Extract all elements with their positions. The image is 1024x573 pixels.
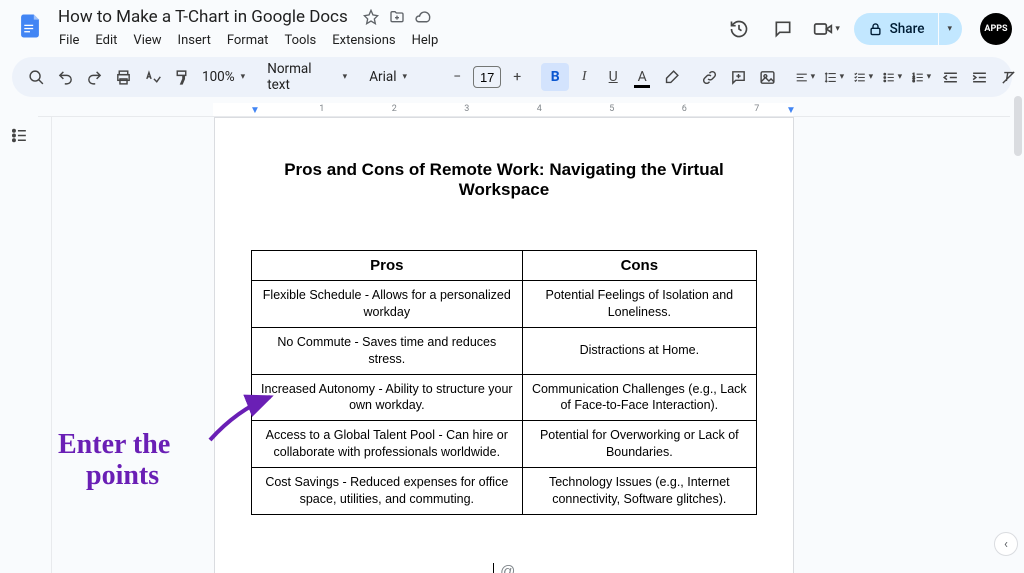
horizontal-ruler[interactable]: 1 2 3 4 5 6 7 ▼ ▼ [38,103,1010,117]
align-button[interactable]: ▾ [791,63,819,91]
menu-insert[interactable]: Insert [171,30,218,51]
explore-button[interactable]: ‹ [994,532,1018,556]
print-button[interactable] [109,63,137,91]
workspace: 1 2 3 4 5 6 7 ▼ ▼ Pros and Cons of Remot… [0,103,1024,573]
spellcheck-button[interactable] [138,63,166,91]
meet-icon[interactable]: ▾ [810,12,844,46]
menu-file[interactable]: File [52,30,86,51]
font-size-input[interactable] [473,66,501,88]
text-color-button[interactable]: A [628,63,656,91]
bold-button[interactable]: B [541,63,569,91]
comments-icon[interactable] [766,12,800,46]
document-heading[interactable]: Pros and Cons of Remote Work: Navigating… [251,160,757,200]
star-icon[interactable] [362,8,380,26]
indent-marker-icon[interactable]: ▼ [250,105,260,116]
table-row[interactable]: Access to a Global Talent Pool - Can hir… [252,421,757,468]
right-indent-marker-icon[interactable]: ▼ [786,105,796,116]
paint-format-button[interactable] [167,63,195,91]
svg-text:3: 3 [913,77,915,82]
insert-image-button[interactable] [753,63,781,91]
increase-font-button[interactable]: + [503,63,531,91]
insert-link-button[interactable] [695,63,723,91]
docs-logo-icon[interactable] [12,8,48,44]
menu-view[interactable]: View [126,30,168,51]
font-select[interactable]: Arial▾ [363,69,433,85]
undo-button[interactable] [51,63,79,91]
add-comment-button[interactable] [724,63,752,91]
t-chart-table[interactable]: Pros Cons Flexible Schedule - Allows for… [251,250,757,515]
menu-tools[interactable]: Tools [277,30,323,51]
zoom-select[interactable]: 100%▾ [196,69,251,85]
document-title[interactable]: How to Make a T-Chart in Google Docs [52,6,354,28]
table-row[interactable]: No Commute - Saves time and reduces stre… [252,327,757,374]
table-header-row[interactable]: Pros Cons [252,251,757,281]
numbered-list-button[interactable]: 123▾ [907,63,935,91]
share-label: Share [890,21,925,37]
menu-bar: File Edit View Insert Format Tools Exten… [52,30,722,51]
vertical-ruler[interactable] [38,117,52,573]
document-canvas[interactable]: Pros and Cons of Remote Work: Navigating… [52,117,1010,573]
table-row[interactable]: Cost Savings - Reduced expenses for offi… [252,468,757,515]
vertical-scrollbar[interactable] [1014,96,1022,156]
share-dropdown[interactable]: ▾ [939,13,962,45]
account-avatar[interactable]: APPS [980,13,1012,45]
text-cursor-icon [493,563,495,573]
app-header: How to Make a T-Chart in Google Docs Fil… [0,0,1024,51]
history-icon[interactable] [722,12,756,46]
decrease-indent-button[interactable] [936,63,964,91]
bulleted-list-button[interactable]: ▾ [878,63,906,91]
table-row[interactable]: Flexible Schedule - Allows for a persona… [252,281,757,328]
cloud-status-icon[interactable] [414,8,432,26]
search-menus-button[interactable] [22,63,50,91]
paragraph-style-select[interactable]: Normal text▾ [261,61,353,93]
clear-formatting-button[interactable] [994,63,1022,91]
menu-help[interactable]: Help [405,30,446,51]
redo-button[interactable] [80,63,108,91]
menu-extensions[interactable]: Extensions [325,30,402,51]
line-spacing-button[interactable]: ▾ [820,63,848,91]
page[interactable]: Pros and Cons of Remote Work: Navigating… [214,117,794,573]
title-area: How to Make a T-Chart in Google Docs Fil… [52,6,722,51]
share-button[interactable]: Share [854,13,939,45]
outline-toggle-button[interactable] [5,121,33,149]
increase-indent-button[interactable] [965,63,993,91]
underline-button[interactable]: U [599,63,627,91]
menu-edit[interactable]: Edit [88,30,124,51]
table-row[interactable]: Increased Autonomy - Ability to structur… [252,374,757,421]
table-header-pros[interactable]: Pros [252,251,523,281]
menu-format[interactable]: Format [220,30,276,51]
at-placeholder: @ [500,563,515,573]
italic-button[interactable]: I [570,63,598,91]
checklist-button[interactable]: ▾ [849,63,877,91]
left-gutter [0,103,38,573]
table-header-cons[interactable]: Cons [522,251,756,281]
move-icon[interactable] [388,8,406,26]
header-right: ▾ Share ▾ APPS [722,6,1012,46]
toolbar: 100%▾ Normal text▾ Arial▾ − + B I U A ▾ … [12,57,1012,97]
insertion-point[interactable]: @ [251,563,757,573]
highlight-button[interactable] [657,63,685,91]
decrease-font-button[interactable]: − [443,63,471,91]
